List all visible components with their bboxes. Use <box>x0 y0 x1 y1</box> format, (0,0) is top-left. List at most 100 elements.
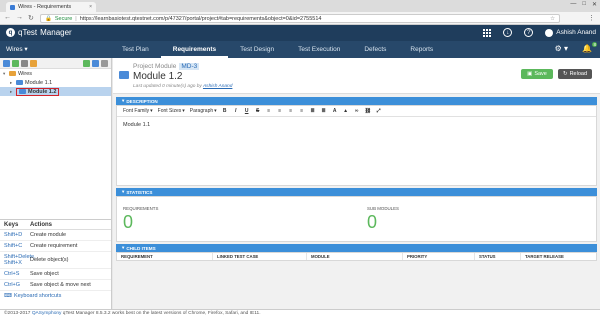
updated-by-link[interactable]: Ashish Anand <box>203 84 232 89</box>
shortcut-key: Shift+D <box>4 232 23 238</box>
shortcut-key: Shift+Delete, Shift+X <box>4 254 36 266</box>
align-center-icon[interactable]: ≡ <box>277 108 283 114</box>
statistics-section-header[interactable]: ▾ STATISTICS <box>116 188 597 196</box>
child-items-section-header[interactable]: ▾ CHILD ITEMS <box>116 244 597 252</box>
project-select[interactable]: Wires ▾ <box>6 45 28 53</box>
address-bar: ← → ↻ 🔒 Secure | https://learnbasiotest.… <box>0 12 600 25</box>
shortcut-key: Shift+C <box>4 243 23 249</box>
collapse-caret-icon[interactable]: ▸ <box>10 80 14 86</box>
import-icon[interactable] <box>21 59 28 67</box>
section-title: DESCRIPTION <box>126 98 158 104</box>
collapse-icon[interactable] <box>92 59 99 67</box>
expand-caret-icon[interactable]: ▾ <box>3 71 7 77</box>
module-title[interactable]: Module 1.2 <box>133 71 182 82</box>
tab-requirements[interactable]: Requirements <box>160 41 229 58</box>
notifications-bell-icon[interactable]: 🔔 8 <box>582 42 597 53</box>
expand-icon[interactable] <box>83 59 90 67</box>
tree-settings-icon[interactable] <box>101 59 108 67</box>
submodules-stat-value: 0 <box>367 212 378 232</box>
highlight-color-icon[interactable]: ▲ <box>343 108 349 114</box>
app-logo[interactable]: q qTest Manager <box>6 28 72 37</box>
font-size-dropdown[interactable]: Font Sizes ▾ <box>158 108 185 114</box>
paragraph-dropdown[interactable]: Paragraph ▾ <box>190 108 217 114</box>
save-button[interactable]: ▣ Save <box>521 69 553 79</box>
bookmark-star-icon[interactable]: ☆ <box>550 16 555 22</box>
new-requirement-icon[interactable] <box>12 59 19 67</box>
help-icon[interactable]: ? <box>524 28 534 37</box>
url-field[interactable]: 🔒 Secure | https://learnbasiotest.qtestn… <box>40 14 560 23</box>
forward-icon[interactable]: → <box>16 14 23 22</box>
reload-icon: ↻ <box>562 71 568 77</box>
paragraph-label: Paragraph <box>189 108 214 114</box>
tab-test-plan[interactable]: Test Plan <box>110 41 161 58</box>
tree-node-module[interactable]: ▸ Module 1.1 <box>0 78 111 87</box>
download-icon[interactable]: ↓ <box>503 28 513 37</box>
column-header-priority[interactable]: PRIORITY <box>403 253 475 260</box>
column-header-module[interactable]: MODULE <box>307 253 403 260</box>
font-family-label: Font Family <box>123 108 150 114</box>
back-icon[interactable]: ← <box>4 14 11 22</box>
font-size-label: Font Sizes <box>157 108 182 114</box>
description-section-header[interactable]: ▾ DESCRIPTION <box>116 97 597 105</box>
module-id-badge: MD-3 <box>179 63 200 70</box>
section-title: CHILD ITEMS <box>126 245 156 251</box>
collapse-chevron-icon: ▾ <box>122 98 125 103</box>
collapse-caret-icon[interactable]: ▸ <box>10 89 14 95</box>
link-icon[interactable]: ∞ <box>354 108 360 114</box>
tab-defects[interactable]: Defects <box>352 41 398 58</box>
new-module-icon[interactable] <box>3 59 10 67</box>
minimize-icon[interactable]: — <box>570 1 576 8</box>
user-menu[interactable]: Ashish Anand <box>545 28 596 37</box>
column-header-status[interactable]: STATUS <box>475 253 521 260</box>
maximize-icon[interactable]: □ <box>582 1 586 8</box>
close-window-icon[interactable]: ✕ <box>592 1 597 8</box>
text-color-icon[interactable]: A <box>332 108 338 114</box>
refresh-icon[interactable]: ↻ <box>28 14 34 22</box>
column-header-target-release[interactable]: TARGET RELEASE <box>521 253 596 260</box>
updated-prefix: Last updated 0 minute(s) ago by <box>133 84 202 89</box>
tab-test-design[interactable]: Test Design <box>228 41 286 58</box>
shortcut-row: Shift+C Create requirement <box>0 241 111 252</box>
align-justify-icon[interactable]: ≡ <box>299 108 305 114</box>
reload-button[interactable]: ↻ Reload <box>558 69 592 79</box>
underline-button[interactable]: U <box>244 108 250 114</box>
fullscreen-icon[interactable]: ⤢ <box>376 108 382 114</box>
tree-node-module-selected[interactable]: ▸ Module 1.2 <box>0 87 111 96</box>
column-header-requirement[interactable]: REQUIREMENT <box>117 253 213 260</box>
shortcut-row: Shift+Delete, Shift+X Delete object(s) <box>0 252 111 269</box>
strikethrough-button[interactable]: S <box>255 108 261 114</box>
shortcut-row: Ctrl+G Save object & move next <box>0 280 111 291</box>
keys-header: Keys Actions <box>0 220 111 230</box>
font-family-dropdown[interactable]: Font Family ▾ <box>123 108 153 114</box>
numbered-list-icon[interactable]: ≣ <box>321 108 327 114</box>
description-content[interactable]: Module 1.1 <box>117 117 596 133</box>
secure-label: Secure <box>54 15 73 22</box>
shortcut-row: Ctrl+S Save object <box>0 269 111 280</box>
apps-grid-icon[interactable] <box>483 28 492 37</box>
align-left-icon[interactable]: ≡ <box>266 108 272 114</box>
align-right-icon[interactable]: ≡ <box>288 108 294 114</box>
unlink-icon[interactable]: ⛓ <box>365 108 371 114</box>
requirements-stat-label: REQUIREMENTS <box>123 206 159 211</box>
tree-node-project[interactable]: ▾ Wires <box>0 69 111 78</box>
tab-test-execution[interactable]: Test Execution <box>286 41 352 58</box>
tree-toolbar <box>0 58 111 69</box>
filter-icon[interactable] <box>30 59 37 67</box>
bold-button[interactable]: B <box>222 108 228 114</box>
submodules-stat-label: SUB MODULES <box>367 206 399 211</box>
browser-menu-icon[interactable]: ⋮ <box>588 14 595 22</box>
keyboard-shortcuts-link[interactable]: ⌨ Keyboard shortcuts <box>0 291 111 301</box>
avatar <box>545 28 554 37</box>
tab-title: Wires - Requirements <box>18 4 72 10</box>
italic-button[interactable]: I <box>233 108 239 114</box>
tree-node-label: Wires <box>18 70 33 77</box>
shortcut-action: Save object & move next <box>30 282 91 288</box>
column-header-linked-test-case[interactable]: LINKED TEST CASE <box>213 253 307 260</box>
bullet-list-icon[interactable]: ≣ <box>310 108 316 114</box>
tab-reports[interactable]: Reports <box>398 41 445 58</box>
settings-gear-icon[interactable]: ⚙ ▾ <box>555 44 568 53</box>
company-link[interactable]: QASymphony <box>32 311 62 316</box>
tab-close-icon[interactable]: × <box>89 4 92 10</box>
notification-badge: 8 <box>592 42 597 47</box>
browser-tab[interactable]: Wires - Requirements × <box>6 2 96 12</box>
